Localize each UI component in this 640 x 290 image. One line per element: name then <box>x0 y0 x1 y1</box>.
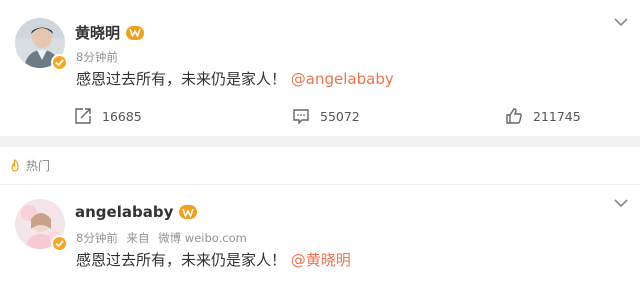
flame-icon <box>11 158 19 172</box>
post-source[interactable]: 微博 weibo.com <box>158 231 247 245</box>
post-text-main: 感恩过去所有，未来仍是家人！ <box>76 70 287 88</box>
source-prefix: 来自 <box>126 231 150 245</box>
action-bar: 16685 55072 211745 <box>0 105 640 129</box>
post-text: 感恩过去所有，未来仍是家人！ @黄晓明 <box>76 249 351 270</box>
vip-badge-icon <box>179 205 198 219</box>
comment-icon <box>293 109 309 125</box>
vip-badge-icon <box>126 25 145 40</box>
post-text: 感恩过去所有，未来仍是家人！ @angelababy <box>76 68 394 89</box>
like-button[interactable]: 211745 <box>505 107 581 125</box>
verified-badge-icon <box>51 235 68 252</box>
post-meta: 8分钟前 <box>76 49 123 65</box>
avatar[interactable] <box>15 18 68 71</box>
post-time: 8分钟前 <box>76 50 118 64</box>
mention-link[interactable]: @angelababy <box>291 70 394 88</box>
username[interactable]: angelababy <box>75 203 198 221</box>
post-card: 黄晓明 8分钟前 感恩过去所有，未来仍是家人！ @angelababy 1668… <box>0 0 640 136</box>
verified-badge-icon <box>51 54 68 71</box>
section-divider <box>0 136 640 147</box>
share-icon <box>75 108 91 124</box>
username-text: 黄晓明 <box>75 24 121 42</box>
hot-section-header: 热门 <box>0 147 640 185</box>
post-text-main: 感恩过去所有，未来仍是家人！ <box>76 251 287 269</box>
chevron-down-icon[interactable] <box>614 12 628 31</box>
mention-link[interactable]: @黄晓明 <box>291 251 351 269</box>
post-card: angelababy 8分钟前 来自 微博 weibo.com 感恩过去所有，未… <box>0 185 640 290</box>
hot-label: 热门 <box>26 159 51 173</box>
repost-button[interactable]: 16685 <box>74 107 142 125</box>
username-text: angelababy <box>75 203 174 221</box>
like-count: 211745 <box>533 108 581 124</box>
like-icon <box>506 108 522 124</box>
post-meta: 8分钟前 来自 微博 weibo.com <box>76 230 252 246</box>
repost-count: 16685 <box>102 108 142 124</box>
chevron-down-icon[interactable] <box>614 193 628 212</box>
post-time: 8分钟前 <box>76 231 118 245</box>
comment-count: 55072 <box>320 108 360 124</box>
comment-button[interactable]: 55072 <box>292 107 360 125</box>
avatar[interactable] <box>15 199 68 252</box>
username[interactable]: 黄晓明 <box>75 22 145 43</box>
